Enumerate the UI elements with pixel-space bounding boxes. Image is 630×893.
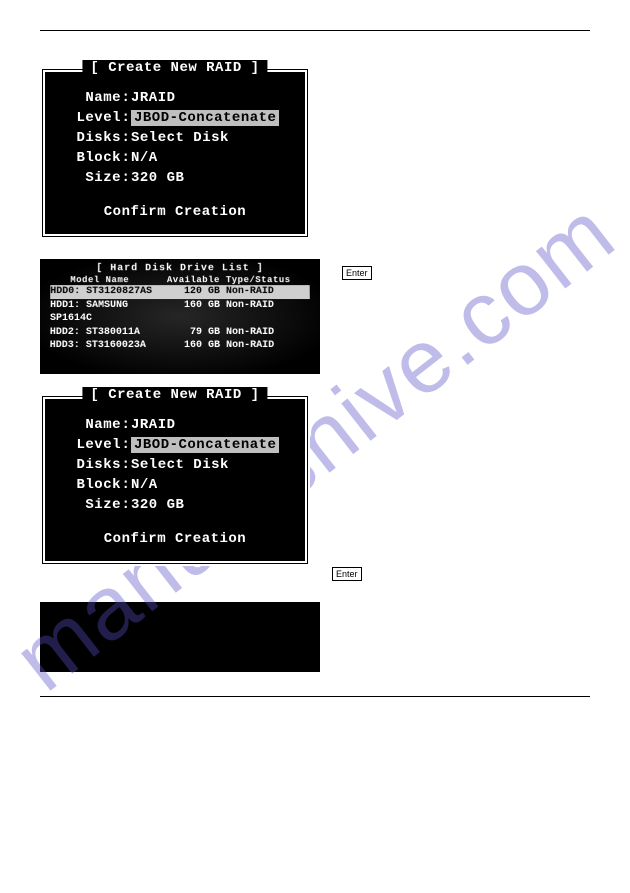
hdl-cell: 120 GB: [168, 285, 220, 298]
caption-blackbar: [342, 602, 590, 608]
p1-block-k: Block: [57, 150, 121, 166]
hdl-head-model: Model Name: [50, 275, 162, 285]
p2-level-k: Level: [57, 437, 121, 453]
hdl-row[interactable]: HDD0: ST3120827AS 120 GB Non-RAID: [50, 285, 310, 298]
p1-confirm[interactable]: Confirm Creation: [57, 204, 293, 220]
panel2-title: [ Create New RAID ]: [82, 387, 267, 403]
hdl-head-avail: Available: [162, 275, 220, 285]
hdl-cell: 160 GB: [168, 299, 220, 326]
p2-name-v: JRAID: [131, 417, 293, 433]
p1-block-v: N/A: [131, 150, 293, 166]
row-hdl: [ Hard Disk Drive List ] Model Name Avai…: [40, 259, 590, 374]
p1-level-v[interactable]: JBOD-Concatenate: [131, 110, 279, 126]
bios-panel-1: [ Create New RAID ] Name:JRAID Level:JBO…: [40, 67, 310, 239]
p2-confirm[interactable]: Confirm Creation: [57, 531, 293, 547]
hdl-row[interactable]: HDD3: ST3160023A 160 GB Non-RAID: [50, 339, 311, 353]
p2-block-v: N/A: [131, 477, 293, 493]
caption-panel1: [332, 67, 590, 73]
row-blackbar: [40, 602, 590, 672]
p1-disks-v[interactable]: Select Disk: [131, 130, 293, 146]
p2-block-k: Block: [57, 477, 121, 493]
hdl-row[interactable]: HDD2: ST380011A 79 GB Non-RAID: [50, 325, 310, 339]
black-strip: [40, 602, 320, 672]
hdl-cell: Non-RAID: [220, 325, 310, 339]
rule-bottom: [40, 696, 590, 697]
rule-top: [40, 30, 590, 31]
row-panel2: [ Create New RAID ] Name:JRAID Level:JBO…: [40, 394, 590, 582]
p2-level-v[interactable]: JBOD-Concatenate: [131, 437, 279, 453]
enter-key-icon: Enter: [342, 266, 372, 280]
p2-disks-v[interactable]: Select Disk: [131, 457, 293, 473]
hdl-title: [ Hard Disk Drive List ]: [50, 263, 309, 274]
hdl-cell: HDD2: ST380011A: [50, 325, 168, 339]
caption-hdl: Enter: [342, 259, 590, 281]
hdl-cell: Non-RAID: [220, 339, 310, 353]
caption-panel2: Enter: [332, 394, 590, 582]
hdl-cell: HDD1: SAMSUNG SP1614C: [50, 299, 168, 326]
hdl-cell: 160 GB: [168, 339, 220, 353]
p1-size-k: Size: [57, 170, 121, 186]
hdl-cell: Non-RAID: [220, 299, 310, 326]
p1-disks-k: Disks: [57, 130, 121, 146]
row-panel1: [ Create New RAID ] Name:JRAID Level:JBO…: [40, 67, 590, 239]
hdl-cell: HDD0: ST3120827AS: [50, 285, 168, 298]
hdl-row[interactable]: HDD1: SAMSUNG SP1614C 160 GB Non-RAID: [50, 299, 310, 326]
enter-key-icon: Enter: [332, 567, 362, 581]
p2-disks-k: Disks: [57, 457, 121, 473]
p1-size-v: 320 GB: [131, 170, 293, 186]
hdl-head-type: Type/Status: [220, 275, 310, 285]
hdl-cell: HDD3: ST3160023A: [50, 339, 168, 353]
panel1-title: [ Create New RAID ]: [82, 60, 267, 76]
bios-panel-2: [ Create New RAID ] Name:JRAID Level:JBO…: [40, 394, 310, 566]
hdl-panel: [ Hard Disk Drive List ] Model Name Avai…: [40, 259, 320, 374]
page: manualshive.com [ Create New RAID ] Name…: [0, 0, 630, 893]
p2-name-k: Name: [57, 417, 121, 433]
p2-size-v: 320 GB: [131, 497, 293, 513]
p1-name-v: JRAID: [131, 90, 293, 106]
p1-level-k: Level: [57, 110, 121, 126]
hdl-cell: 79 GB: [168, 325, 220, 339]
p2-size-k: Size: [57, 497, 121, 513]
hdl-cell: Non-RAID: [220, 285, 310, 298]
p1-name-k: Name: [57, 90, 121, 106]
